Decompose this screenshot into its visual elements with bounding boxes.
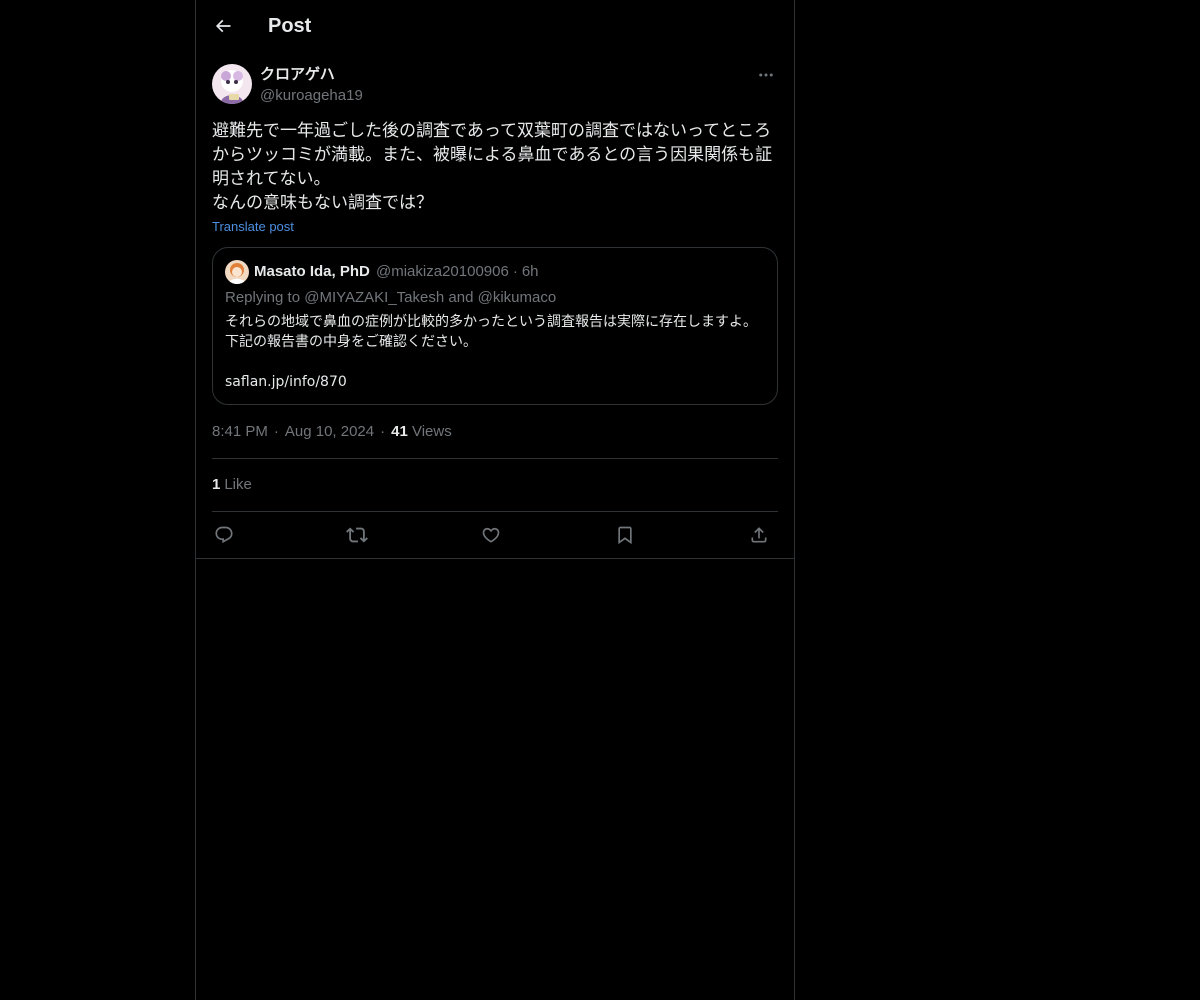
views-label: Views bbox=[411, 423, 452, 440]
replying-prefix: Replying to bbox=[225, 289, 301, 306]
back-button[interactable] bbox=[206, 9, 240, 43]
quote-replying-to: Replying to @MIYAZAKI_Takesh and @kikuma… bbox=[225, 288, 556, 308]
more-horizontal-icon bbox=[757, 66, 775, 84]
quote-handle: @miakiza20100906 bbox=[376, 263, 509, 280]
heart-icon bbox=[481, 525, 501, 545]
replying-and: and bbox=[448, 289, 474, 306]
repost-icon bbox=[346, 524, 368, 546]
quote-avatar bbox=[225, 260, 249, 284]
like-button[interactable] bbox=[479, 523, 503, 547]
post-date[interactable]: Aug 10, 2024 bbox=[285, 423, 374, 440]
reply-icon bbox=[214, 525, 234, 545]
views-count: 41 bbox=[391, 423, 408, 440]
quote-display-name: Masato Ida, PhD bbox=[254, 263, 370, 280]
page-title: Post bbox=[268, 15, 312, 37]
reply-mention[interactable]: @MIYAZAKI_Takesh bbox=[304, 289, 444, 306]
share-button[interactable] bbox=[747, 523, 771, 547]
likes-count: 1 bbox=[212, 476, 221, 493]
post-time[interactable]: 8:41 PM bbox=[212, 423, 268, 440]
quote-meta: @miakiza20100906 · 6h bbox=[376, 263, 539, 280]
more-button[interactable] bbox=[754, 64, 778, 86]
bookmark-icon bbox=[615, 525, 635, 545]
translate-post-link[interactable]: Translate post bbox=[212, 218, 294, 236]
reply-mention[interactable]: @kikumaco bbox=[478, 289, 557, 306]
arrow-left-icon bbox=[213, 16, 233, 36]
author-display-name[interactable]: クロアゲハ bbox=[260, 65, 335, 85]
bookmark-button[interactable] bbox=[613, 523, 637, 547]
likes-summary[interactable]: 1 Like bbox=[212, 475, 252, 495]
page-header: Post bbox=[196, 0, 794, 53]
post-actions bbox=[212, 512, 778, 558]
author-handle[interactable]: @kuroageha19 bbox=[260, 86, 363, 106]
repost-button[interactable] bbox=[345, 523, 369, 547]
quoted-post[interactable]: Masato Ida, PhD @miakiza20100906 · 6h Repl… bbox=[212, 247, 778, 405]
post-detail-column: Post クロアゲハ @kuroageha19 避難先で一年過ごした後の調査であ… bbox=[195, 0, 795, 1000]
reply-button[interactable] bbox=[212, 523, 236, 547]
post-text: 避難先で一年過ごした後の調査であって双葉町の調査ではないってところからツッコミが… bbox=[212, 121, 773, 213]
avatar[interactable] bbox=[212, 64, 252, 104]
quote-age: 6h bbox=[521, 263, 539, 280]
quote-text: それらの地域で鼻血の症例が比較的多かったという調査報告は実際に存在しますよ。下記… bbox=[225, 314, 757, 390]
divider bbox=[212, 458, 778, 459]
share-icon bbox=[749, 525, 769, 545]
likes-label: Like bbox=[224, 476, 252, 493]
divider bbox=[196, 558, 794, 559]
post-author: クロアゲハ @kuroageha19 bbox=[212, 64, 778, 108]
post-timestamp: 8:41 PM · Aug 10, 2024 · 41 Views bbox=[212, 423, 452, 440]
